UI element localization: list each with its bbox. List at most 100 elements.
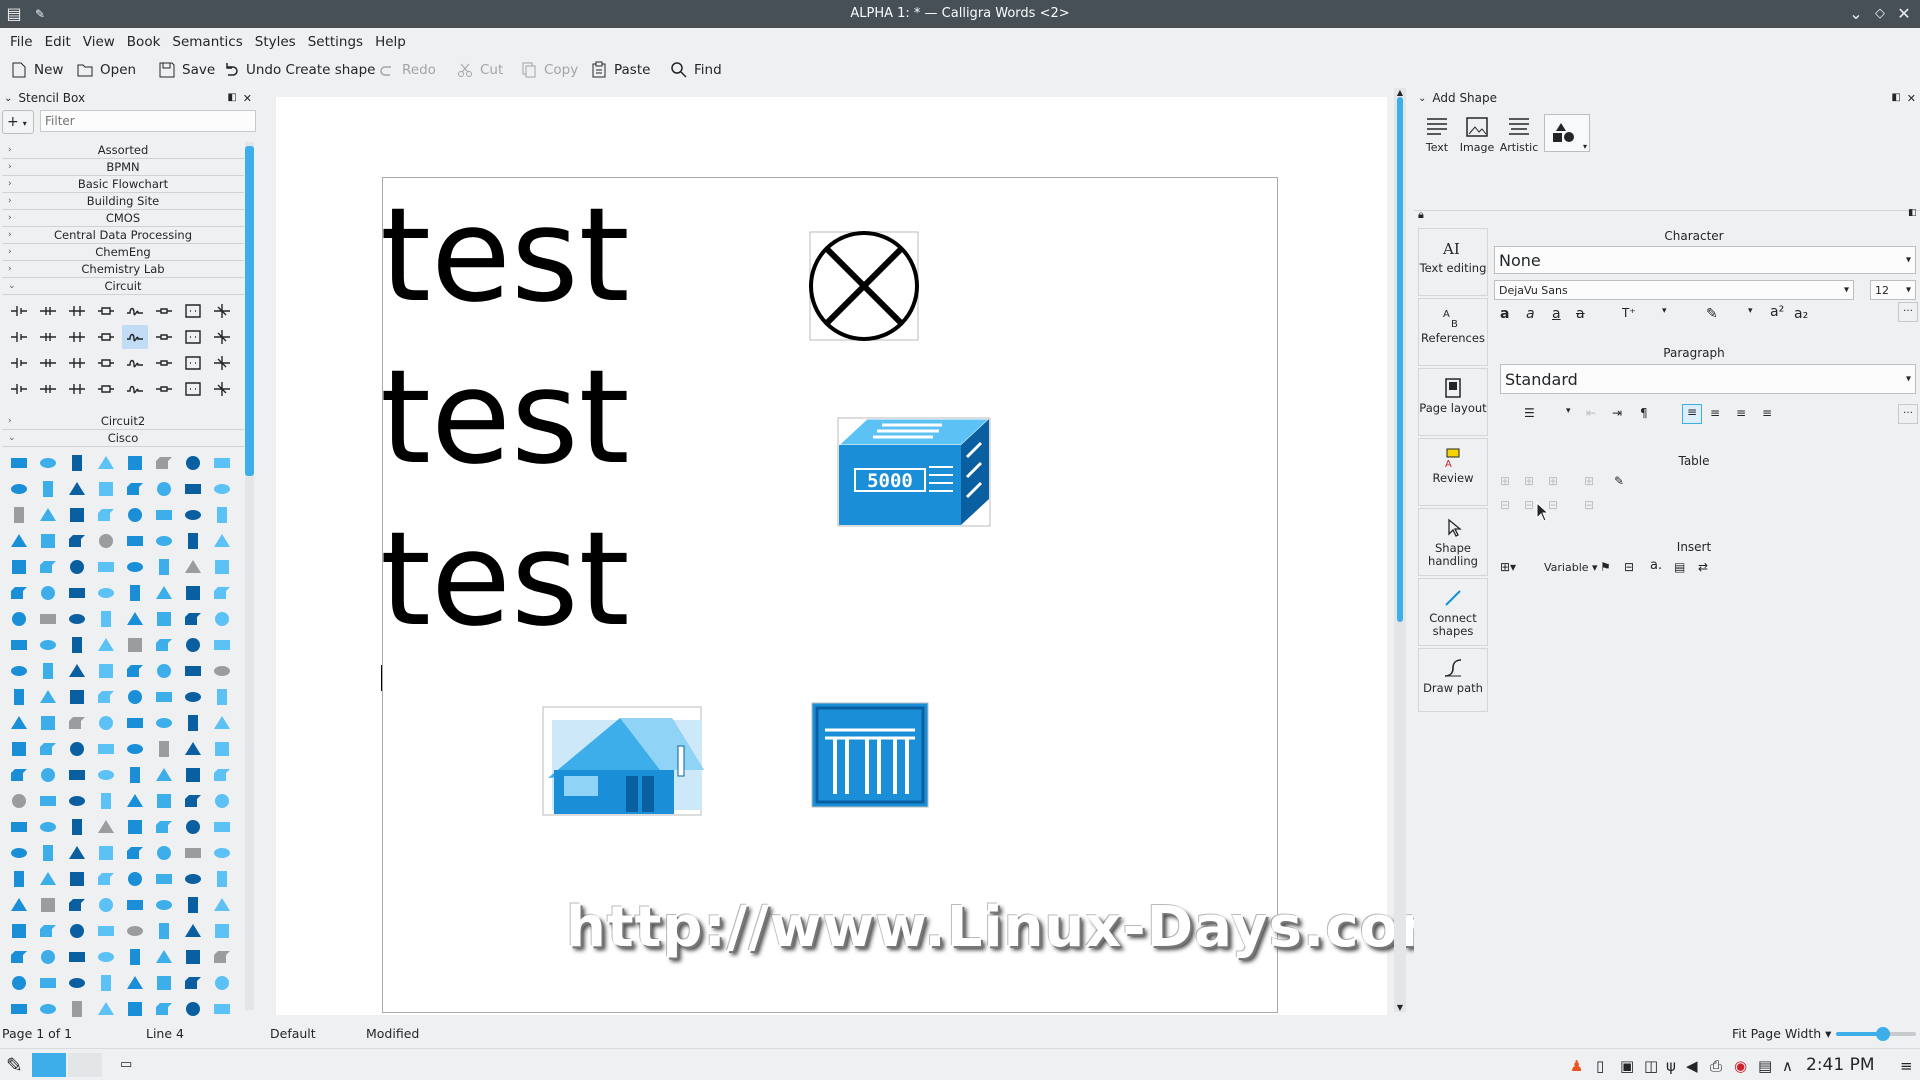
cisco-stencil-item[interactable]: [209, 737, 235, 761]
superscript-a-button[interactable]: a²: [1770, 304, 1784, 320]
display-icon[interactable]: ▤: [1758, 1057, 1772, 1075]
cisco-stencil-item[interactable]: [93, 477, 119, 501]
menu-semantics[interactable]: Semantics: [166, 28, 248, 56]
category-circuit2[interactable]: › Circuit2: [2, 413, 244, 430]
cisco-stencil-item[interactable]: [6, 711, 32, 735]
circuit-stencil-item[interactable]: [35, 377, 61, 401]
cisco-stencil-item[interactable]: [151, 633, 177, 657]
cisco-stencil-item[interactable]: [6, 451, 32, 475]
tool-page-layout[interactable]: Page layout: [1418, 368, 1488, 436]
cisco-stencil-item[interactable]: [209, 893, 235, 917]
save-button[interactable]: Save: [158, 58, 215, 82]
cisco-stencil-item[interactable]: [6, 971, 32, 995]
cisco-stencil-item[interactable]: [93, 919, 119, 943]
cisco-stencil-item[interactable]: [64, 841, 90, 865]
menu-book[interactable]: Book: [121, 28, 167, 56]
dropdown-icon[interactable]: ▾: [1748, 306, 1753, 316]
cisco-stencil-item[interactable]: [209, 633, 235, 657]
circuit-stencil-item[interactable]: [209, 377, 235, 401]
cisco-stencil-item[interactable]: [122, 633, 148, 657]
cisco-stencil-item[interactable]: [35, 997, 61, 1021]
cisco-stencil-item[interactable]: [151, 607, 177, 631]
cisco-stencil-item[interactable]: [6, 919, 32, 943]
circuit-stencil-item[interactable]: [180, 377, 206, 401]
cisco-stencil-item[interactable]: [35, 711, 61, 735]
circuit-stencil-item[interactable]: [151, 377, 177, 401]
cisco-stencil-item[interactable]: [64, 581, 90, 605]
cisco-stencil-item[interactable]: [209, 841, 235, 865]
text-line-2[interactable]: test: [380, 352, 630, 482]
cisco-stencil-item[interactable]: [6, 867, 32, 891]
insert-bookmark-icon[interactable]: ⚑: [1600, 560, 1611, 574]
cisco-stencil-item[interactable]: [6, 477, 32, 501]
stencil-scrollbar[interactable]: [245, 142, 254, 1010]
tool-connect-shapes[interactable]: Connect shapes: [1418, 578, 1488, 646]
cisco-stencil-item[interactable]: [35, 867, 61, 891]
printer-icon[interactable]: ⎙: [1710, 1057, 1722, 1075]
insert-citation-icon[interactable]: ▤: [1674, 560, 1685, 574]
circuit-stencil-item[interactable]: [122, 325, 148, 349]
cisco-switch-shape[interactable]: 5000: [837, 417, 991, 527]
circuit-stencil-item[interactable]: [209, 299, 235, 323]
canvas-scrollbar[interactable]: ▲ ▼: [1394, 88, 1406, 1012]
cisco-stencil-item[interactable]: [180, 867, 206, 891]
maximize-button[interactable]: ◇: [1870, 4, 1890, 24]
insert-row-below-icon[interactable]: ⊞: [1524, 474, 1534, 488]
cisco-stencil-item[interactable]: [64, 503, 90, 527]
cisco-stencil-item[interactable]: [122, 997, 148, 1021]
lamp-symbol-shape[interactable]: [808, 230, 920, 342]
cisco-stencil-item[interactable]: [151, 997, 177, 1021]
cisco-stencil-item[interactable]: [35, 815, 61, 839]
cisco-stencil-item[interactable]: [209, 477, 235, 501]
delete-row-icon[interactable]: ⊟: [1500, 498, 1510, 512]
cisco-stencil-item[interactable]: [6, 685, 32, 709]
menu-view[interactable]: View: [77, 28, 121, 56]
float-icon[interactable]: ◧: [1891, 92, 1900, 105]
circuit-stencil-item[interactable]: [6, 299, 32, 323]
application-launcher-icon[interactable]: ✎: [6, 1053, 23, 1077]
justify-button[interactable]: ≡: [1762, 406, 1772, 420]
cisco-stencil-item[interactable]: [122, 685, 148, 709]
cisco-stencil-item[interactable]: [180, 841, 206, 865]
split-cells-icon[interactable]: ⊟: [1584, 498, 1594, 512]
text-color-button[interactable]: ✎: [1706, 306, 1718, 322]
cisco-stencil-item[interactable]: [93, 685, 119, 709]
usb-tray-icon[interactable]: ψ: [1666, 1057, 1676, 1075]
circuit-stencil-item[interactable]: [6, 325, 32, 349]
subscript-a-button[interactable]: a₂: [1794, 306, 1808, 322]
category-cisco[interactable]: ⌄ Cisco: [2, 430, 244, 447]
circuit-stencil-item[interactable]: [180, 325, 206, 349]
cisco-stencil-item[interactable]: [6, 503, 32, 527]
cisco-stencil-item[interactable]: [35, 659, 61, 683]
cisco-stencil-item[interactable]: [6, 659, 32, 683]
cisco-stencil-item[interactable]: [93, 971, 119, 995]
cut-button[interactable]: Cut: [456, 58, 503, 82]
align-center-button[interactable]: ≡: [1710, 406, 1720, 420]
cisco-stencil-item[interactable]: [6, 893, 32, 917]
cisco-stencil-item[interactable]: [93, 841, 119, 865]
align-right-button[interactable]: ≡: [1736, 406, 1746, 420]
cisco-stencil-item[interactable]: [122, 789, 148, 813]
scroll-up-icon[interactable]: ▲: [1394, 88, 1406, 97]
cisco-stencil-item[interactable]: [180, 919, 206, 943]
superscript-button[interactable]: T⁺: [1622, 306, 1636, 320]
cisco-stencil-item[interactable]: [6, 529, 32, 553]
cisco-stencil-item[interactable]: [93, 789, 119, 813]
variable-button[interactable]: Variable ▾: [1544, 561, 1598, 574]
category-basic-flowchart[interactable]: › Basic Flowchart: [2, 176, 244, 193]
user-icon[interactable]: ♟: [1570, 1057, 1583, 1075]
cisco-stencil-item[interactable]: [209, 659, 235, 683]
clipboard-tray-icon[interactable]: ▯: [1596, 1057, 1604, 1075]
category-circuit[interactable]: ⌄ Circuit: [2, 278, 244, 295]
dropdown-icon[interactable]: ▾: [1662, 306, 1667, 316]
cisco-stencil-item[interactable]: [6, 945, 32, 969]
bold-button[interactable]: a: [1500, 306, 1509, 322]
virtual-desktop-2[interactable]: [68, 1053, 102, 1077]
menu-settings[interactable]: Settings: [302, 28, 369, 56]
close-docker-icon[interactable]: ✕: [243, 92, 252, 105]
cisco-stencil-item[interactable]: [151, 451, 177, 475]
cisco-stencil-item[interactable]: [180, 555, 206, 579]
cisco-stencil-item[interactable]: [151, 685, 177, 709]
cisco-stencil-item[interactable]: [64, 867, 90, 891]
cisco-stencil-item[interactable]: [151, 841, 177, 865]
